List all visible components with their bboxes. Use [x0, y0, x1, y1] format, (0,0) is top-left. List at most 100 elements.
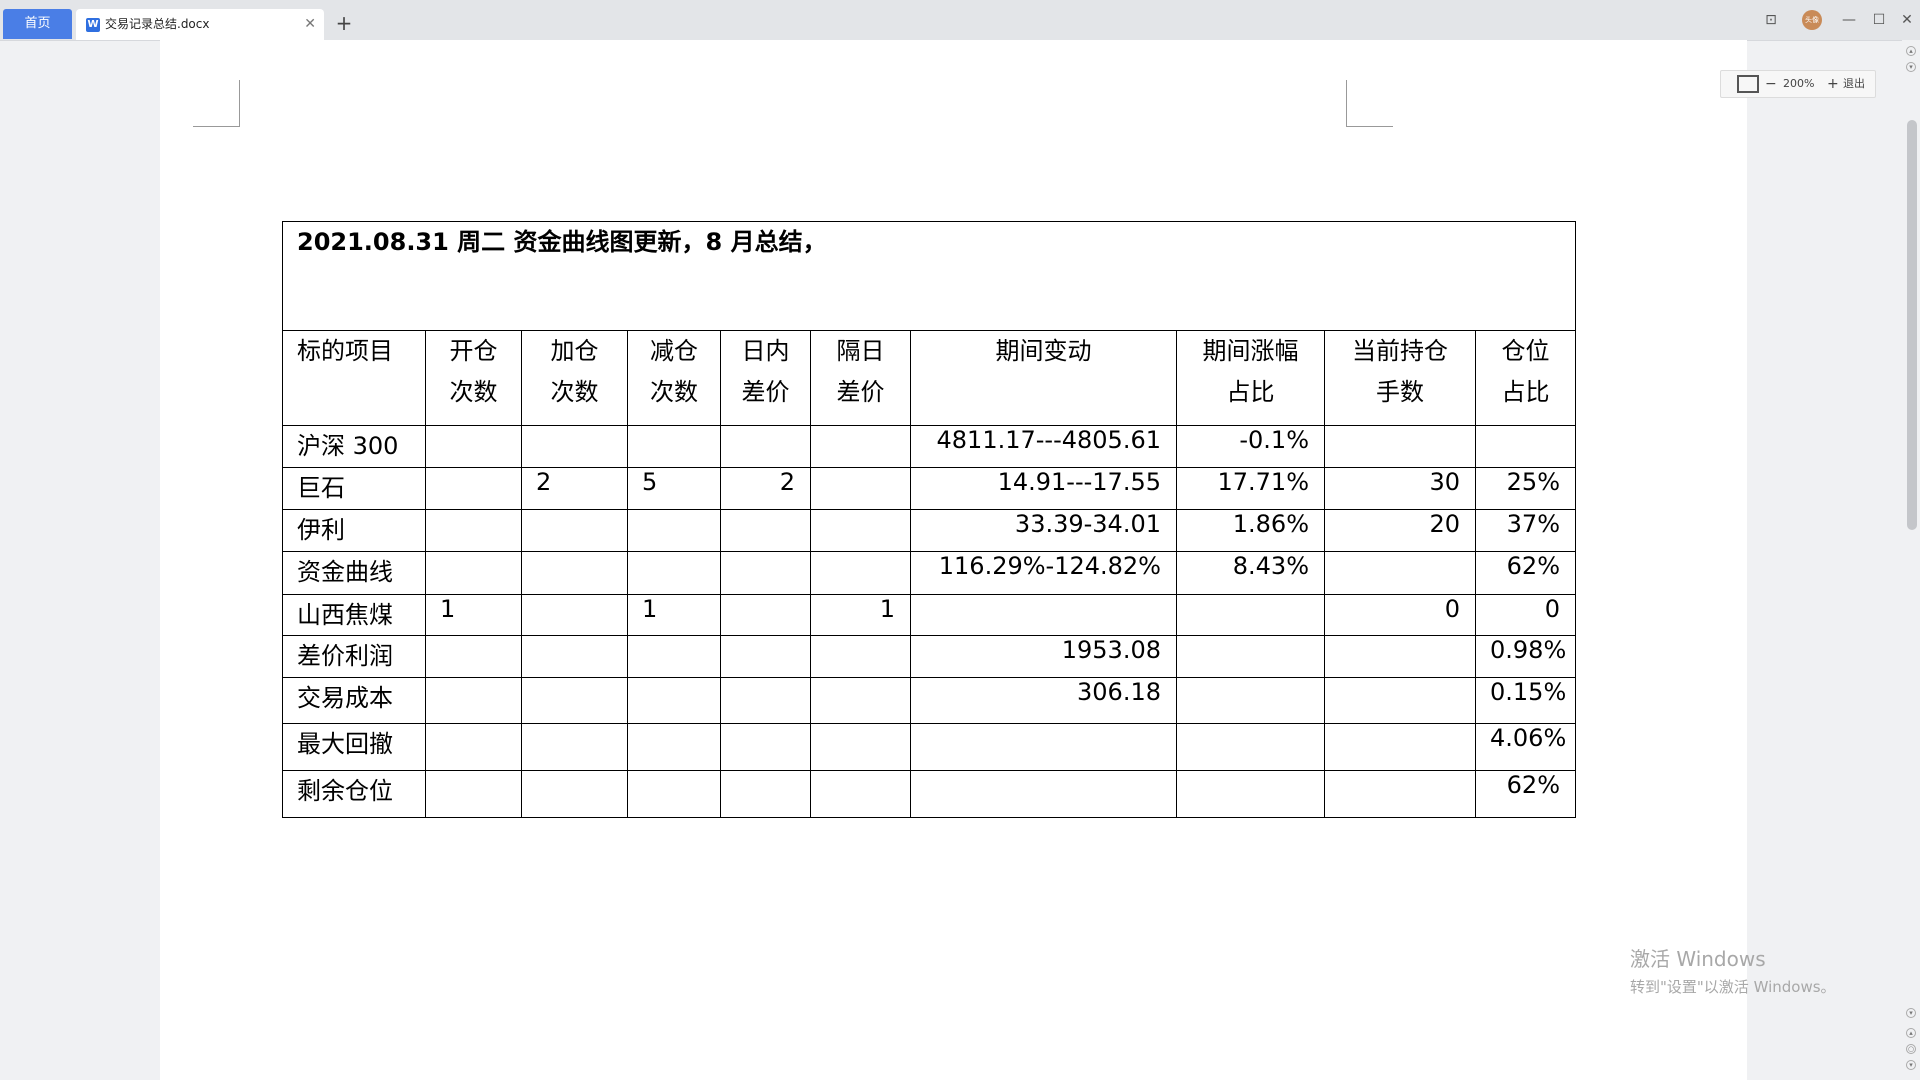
cell-reduce	[627, 551, 721, 595]
table-row: 交易成本 306.18 0.15%	[282, 677, 1576, 724]
zoom-level[interactable]: 200%	[1783, 71, 1814, 97]
cell-pct	[1176, 677, 1325, 724]
cell-open	[425, 635, 522, 678]
tab-home[interactable]: 首页	[3, 9, 72, 39]
cell-change: 14.91---17.55	[910, 467, 1177, 510]
cell-hands	[1324, 425, 1476, 468]
document-heading: 2021.08.31 周二 资金曲线图更新，8 月总结，	[282, 221, 1576, 331]
cell-pct	[1176, 770, 1325, 818]
prev-page-icon[interactable]: ▴	[1906, 1028, 1916, 1038]
cell-change: 4811.17---4805.61	[910, 425, 1177, 468]
cell-open	[425, 723, 522, 771]
row-label: 交易成本	[282, 677, 426, 724]
row-label: 沪深 300	[282, 425, 426, 468]
scrollbar-thumb[interactable]	[1907, 120, 1917, 530]
table-row: 巨石 2 5 2 14.91---17.55 17.71% 30 25%	[282, 467, 1576, 510]
watermark-subtitle: 转到"设置"以激活 Windows。	[1630, 978, 1836, 996]
cell-add	[521, 425, 628, 468]
cell-add	[521, 677, 628, 724]
row-label: 巨石	[282, 467, 426, 510]
select-browse-icon[interactable]: ○	[1906, 1044, 1916, 1054]
exit-button[interactable]: 退出	[1843, 71, 1865, 97]
cell-position: 37%	[1475, 509, 1576, 552]
cell-overnight	[810, 723, 911, 771]
cell-add	[521, 723, 628, 771]
cell-position: 62%	[1475, 770, 1576, 818]
vertical-scrollbar[interactable]: ▴ ▾ ▾ ▴ ○ ▾	[1902, 40, 1920, 1080]
cell-overnight	[810, 635, 911, 678]
tab-document-title: 交易记录总结.docx	[105, 17, 210, 31]
cell-reduce	[627, 425, 721, 468]
minimize-button[interactable]: —	[1838, 9, 1860, 31]
table-row: 剩余仓位 62%	[282, 770, 1576, 818]
layout-icon[interactable]: ⊡	[1760, 9, 1782, 31]
cell-pct	[1176, 723, 1325, 771]
cell-position: 25%	[1475, 467, 1576, 510]
zoom-in-button[interactable]: +	[1827, 71, 1839, 97]
cell-pct: 17.71%	[1176, 467, 1325, 510]
cell-open	[425, 677, 522, 724]
cell-reduce: 5	[627, 467, 721, 510]
avatar[interactable]: 头像	[1802, 10, 1822, 30]
cell-open	[425, 467, 522, 510]
cell-pct: 1.86%	[1176, 509, 1325, 552]
column-header: 日内 差价	[720, 330, 811, 426]
close-tab-icon[interactable]: ✕	[304, 9, 316, 40]
column-header: 期间变动	[910, 330, 1177, 426]
maximize-button[interactable]: ☐	[1868, 9, 1890, 31]
next-page-icon[interactable]: ▾	[1906, 1060, 1916, 1070]
cell-pct	[1176, 594, 1325, 636]
cell-position: 62%	[1475, 551, 1576, 595]
zoom-toolbar: − 200% + 退出	[1720, 70, 1876, 98]
column-header: 期间涨幅 占比	[1176, 330, 1325, 426]
cell-reduce	[627, 635, 721, 678]
cell-intraday	[720, 635, 811, 678]
cell-position: 0	[1475, 594, 1576, 636]
cell-reduce	[627, 770, 721, 818]
cell-add	[521, 635, 628, 678]
zoom-out-button[interactable]: −	[1765, 71, 1777, 97]
cell-overnight	[810, 551, 911, 595]
cell-pct: -0.1%	[1176, 425, 1325, 468]
row-label: 最大回撤	[282, 723, 426, 771]
cell-change: 306.18	[910, 677, 1177, 724]
column-header: 隔日 差价	[810, 330, 911, 426]
cell-add	[521, 551, 628, 595]
cell-reduce	[627, 677, 721, 724]
cell-intraday	[720, 551, 811, 595]
cell-intraday	[720, 425, 811, 468]
cell-hands	[1324, 723, 1476, 771]
table-row: 沪深 300 4811.17---4805.61 -0.1%	[282, 425, 1576, 468]
windows-activation-watermark: 激活 Windows 转到"设置"以激活 Windows。	[1630, 943, 1836, 997]
cell-overnight	[810, 677, 911, 724]
scroll-up-icon[interactable]: ▴	[1906, 46, 1916, 56]
cell-hands	[1324, 677, 1476, 724]
close-window-button[interactable]: ✕	[1896, 9, 1918, 31]
fit-screen-icon[interactable]	[1737, 75, 1759, 93]
page-margin-marker-left	[193, 80, 240, 127]
cell-change: 1953.08	[910, 635, 1177, 678]
trade-summary-table[interactable]: 2021.08.31 周二 资金曲线图更新，8 月总结， 标的项目 开仓 次数 加仓…	[282, 221, 1576, 818]
column-header: 减仓 次数	[627, 330, 721, 426]
new-tab-button[interactable]: +	[334, 10, 354, 36]
cell-intraday: 2	[720, 467, 811, 510]
cell-pct	[1176, 635, 1325, 678]
cell-add	[521, 509, 628, 552]
tab-document[interactable]: W 交易记录总结.docx ✕	[76, 9, 324, 40]
table-row: 差价利润 1953.08 0.98%	[282, 635, 1576, 678]
cell-overnight	[810, 467, 911, 510]
cell-intraday	[720, 594, 811, 636]
cell-overnight	[810, 425, 911, 468]
column-header: 仓位 占比	[1475, 330, 1576, 426]
cell-hands: 30	[1324, 467, 1476, 510]
word-doc-icon: W	[86, 18, 100, 32]
cell-intraday	[720, 770, 811, 818]
scroll-down-icon[interactable]: ▾	[1906, 1008, 1916, 1018]
cell-position: 0.98%	[1475, 635, 1576, 678]
watermark-title: 激活 Windows	[1630, 947, 1766, 971]
table-row: 伊利 33.39-34.01 1.86% 20 37%	[282, 509, 1576, 552]
scroll-top-icon[interactable]: ▾	[1906, 62, 1916, 72]
row-label: 山西焦煤	[282, 594, 426, 636]
cell-open	[425, 509, 522, 552]
cell-hands: 20	[1324, 509, 1476, 552]
